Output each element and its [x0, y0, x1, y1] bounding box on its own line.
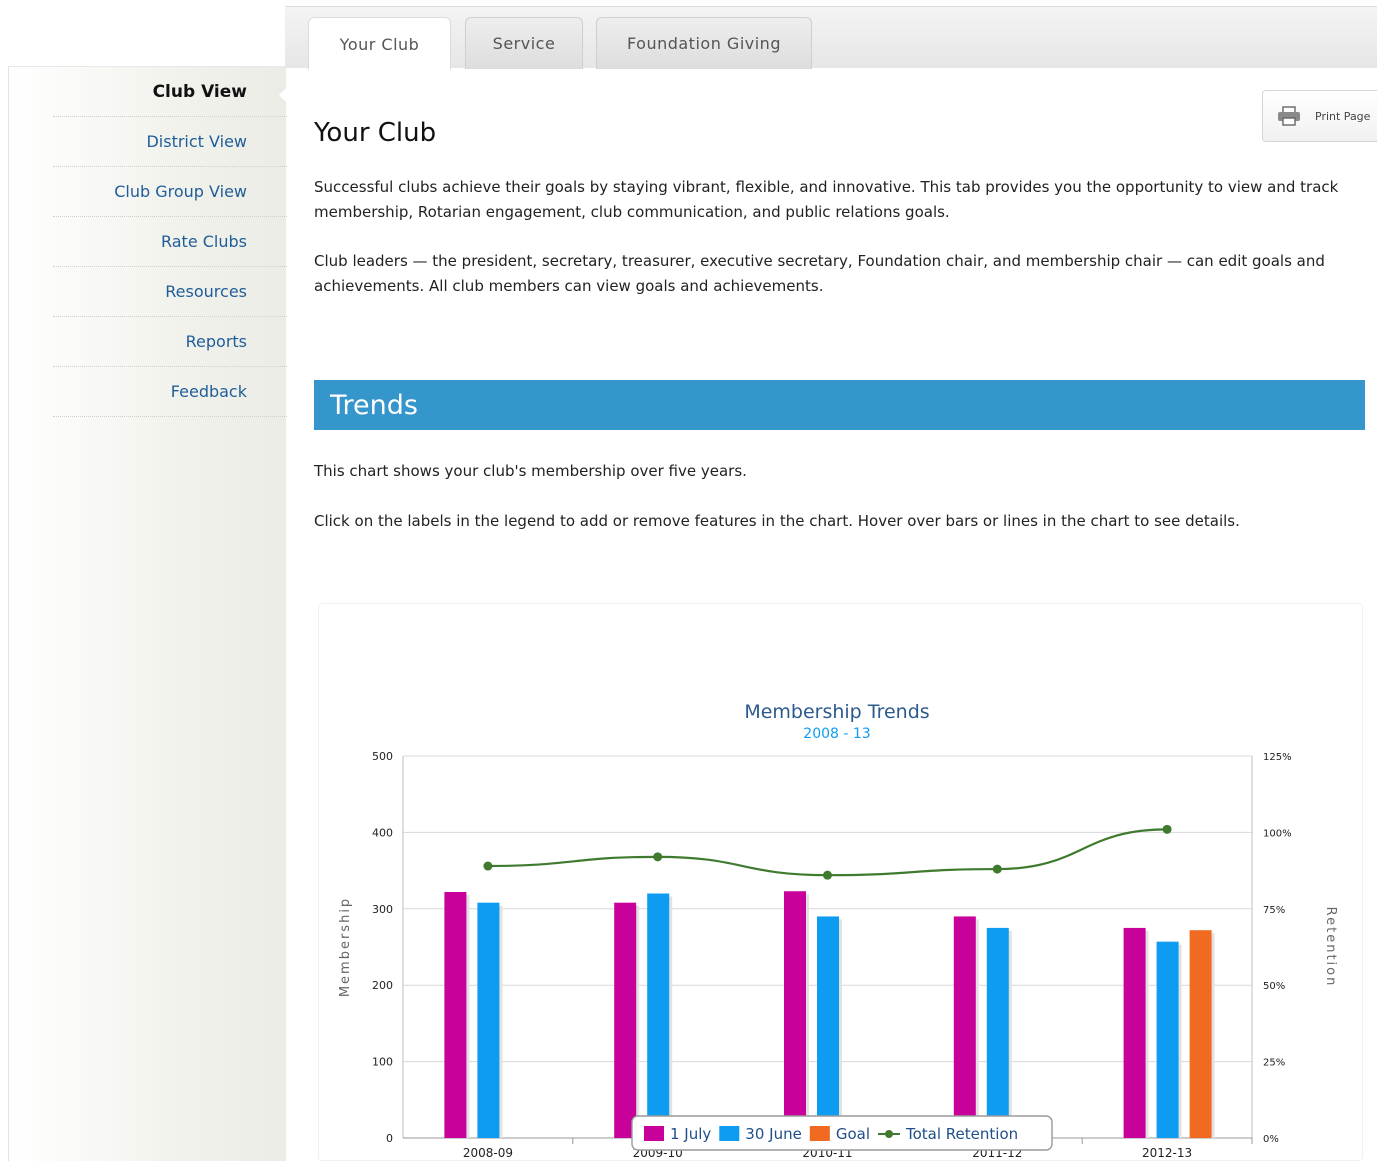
- x-tick-label: 2012-13: [1142, 1146, 1192, 1160]
- sidebar: Club View District View Club Group View …: [8, 66, 289, 1161]
- section-title: Trends: [330, 389, 418, 421]
- bar-30-june: [647, 893, 670, 1138]
- legend-label-1-july[interactable]: 1 July: [670, 1125, 711, 1143]
- legend-point-marker: [885, 1130, 893, 1138]
- x-tick-label: 2008-09: [463, 1146, 513, 1160]
- y-tick-label: 0: [386, 1132, 393, 1145]
- sidebar-item-district-view[interactable]: District View: [53, 117, 287, 167]
- y2-axis-title: Retention: [1323, 907, 1338, 988]
- intro-paragraph-1: Successful clubs achieve their goals by …: [314, 178, 1339, 221]
- y-tick-label: 100: [372, 1056, 393, 1069]
- y2-tick-label: 50%: [1263, 981, 1285, 992]
- retention-point: [483, 861, 493, 871]
- y2-tick-label: 25%: [1263, 1058, 1285, 1069]
- retention-point: [992, 864, 1002, 874]
- bar-30-june: [1156, 941, 1179, 1138]
- legend-label-30-june[interactable]: 30 June: [745, 1125, 802, 1143]
- y2-tick-label: 75%: [1263, 905, 1285, 916]
- chart-canvas: Membership Trends 2008 - 13 0 0% 100 25% 200 50…: [338, 701, 1338, 1160]
- section-header-trends: Trends: [314, 380, 1365, 430]
- y-tick-label: 400: [372, 826, 393, 839]
- y-tick-label: 200: [372, 979, 393, 992]
- bar-1-july: [444, 891, 467, 1138]
- bar-1-july: [614, 902, 637, 1138]
- y2-tick-label: 100%: [1263, 828, 1292, 839]
- trends-paragraph-1: This chart shows your club's membership …: [314, 462, 747, 480]
- legend-label-total-retention[interactable]: Total Retention: [905, 1125, 1018, 1143]
- intro-paragraph-2: Club leaders — the president, secretary,…: [314, 252, 1325, 295]
- retention-line: [487, 828, 1168, 877]
- y2-tick-label: 0%: [1263, 1134, 1279, 1145]
- y-axis-title: Membership: [338, 897, 353, 997]
- app-root: Your Club Service Foundation Giving Club…: [0, 0, 1377, 1161]
- tab-strip: Your Club Service Foundation Giving: [285, 6, 1377, 70]
- bar-30-june: [817, 916, 839, 1138]
- page-title: Your Club: [314, 118, 437, 148]
- legend-swatch-goal: [809, 1126, 830, 1141]
- sidebar-item-resources[interactable]: Resources: [53, 267, 287, 317]
- sidebar-item-reports[interactable]: Reports: [53, 317, 287, 367]
- main-content: Your Club Print Page Successful clubs ac…: [314, 68, 1377, 1161]
- sidebar-item-club-group-view[interactable]: Club Group View: [53, 167, 287, 217]
- bar-30-june: [477, 902, 500, 1138]
- sidebar-item-feedback[interactable]: Feedback: [53, 367, 287, 417]
- membership-chart: Membership Trends 2008 - 13 0 0% 100 25% 200 50…: [318, 603, 1363, 1161]
- legend-swatch-1-july: [644, 1126, 664, 1141]
- retention-point: [653, 852, 663, 862]
- bar-30-june: [986, 927, 1009, 1138]
- chart-title: Membership Trends: [744, 701, 929, 723]
- tab-service[interactable]: Service: [465, 17, 583, 69]
- print-page-label: Print Page: [1315, 109, 1371, 123]
- y-tick-label: 300: [372, 903, 393, 916]
- legend-swatch-30-june: [719, 1126, 740, 1141]
- chart-subtitle: 2008 - 13: [803, 726, 870, 742]
- print-page-button[interactable]: Print Page: [1262, 90, 1377, 142]
- retention-point: [1162, 824, 1172, 834]
- y-tick-label: 500: [372, 750, 393, 763]
- sidebar-item-rate-clubs[interactable]: Rate Clubs: [53, 217, 287, 267]
- tab-your-club[interactable]: Your Club: [308, 17, 451, 70]
- bar-goal: [1189, 930, 1212, 1138]
- sidebar-item-club-view[interactable]: Club View: [53, 67, 287, 117]
- bar-1-july: [1123, 927, 1146, 1138]
- retention-point: [823, 870, 832, 880]
- legend-label-goal[interactable]: Goal: [836, 1125, 870, 1143]
- bar-1-july: [953, 916, 976, 1138]
- tab-foundation-giving[interactable]: Foundation Giving: [596, 17, 812, 69]
- bar-1-july: [784, 891, 806, 1138]
- printer-icon: [1278, 106, 1300, 126]
- trends-paragraph-2: Click on the labels in the legend to add…: [314, 512, 1240, 530]
- y2-tick-label: 125%: [1263, 752, 1292, 763]
